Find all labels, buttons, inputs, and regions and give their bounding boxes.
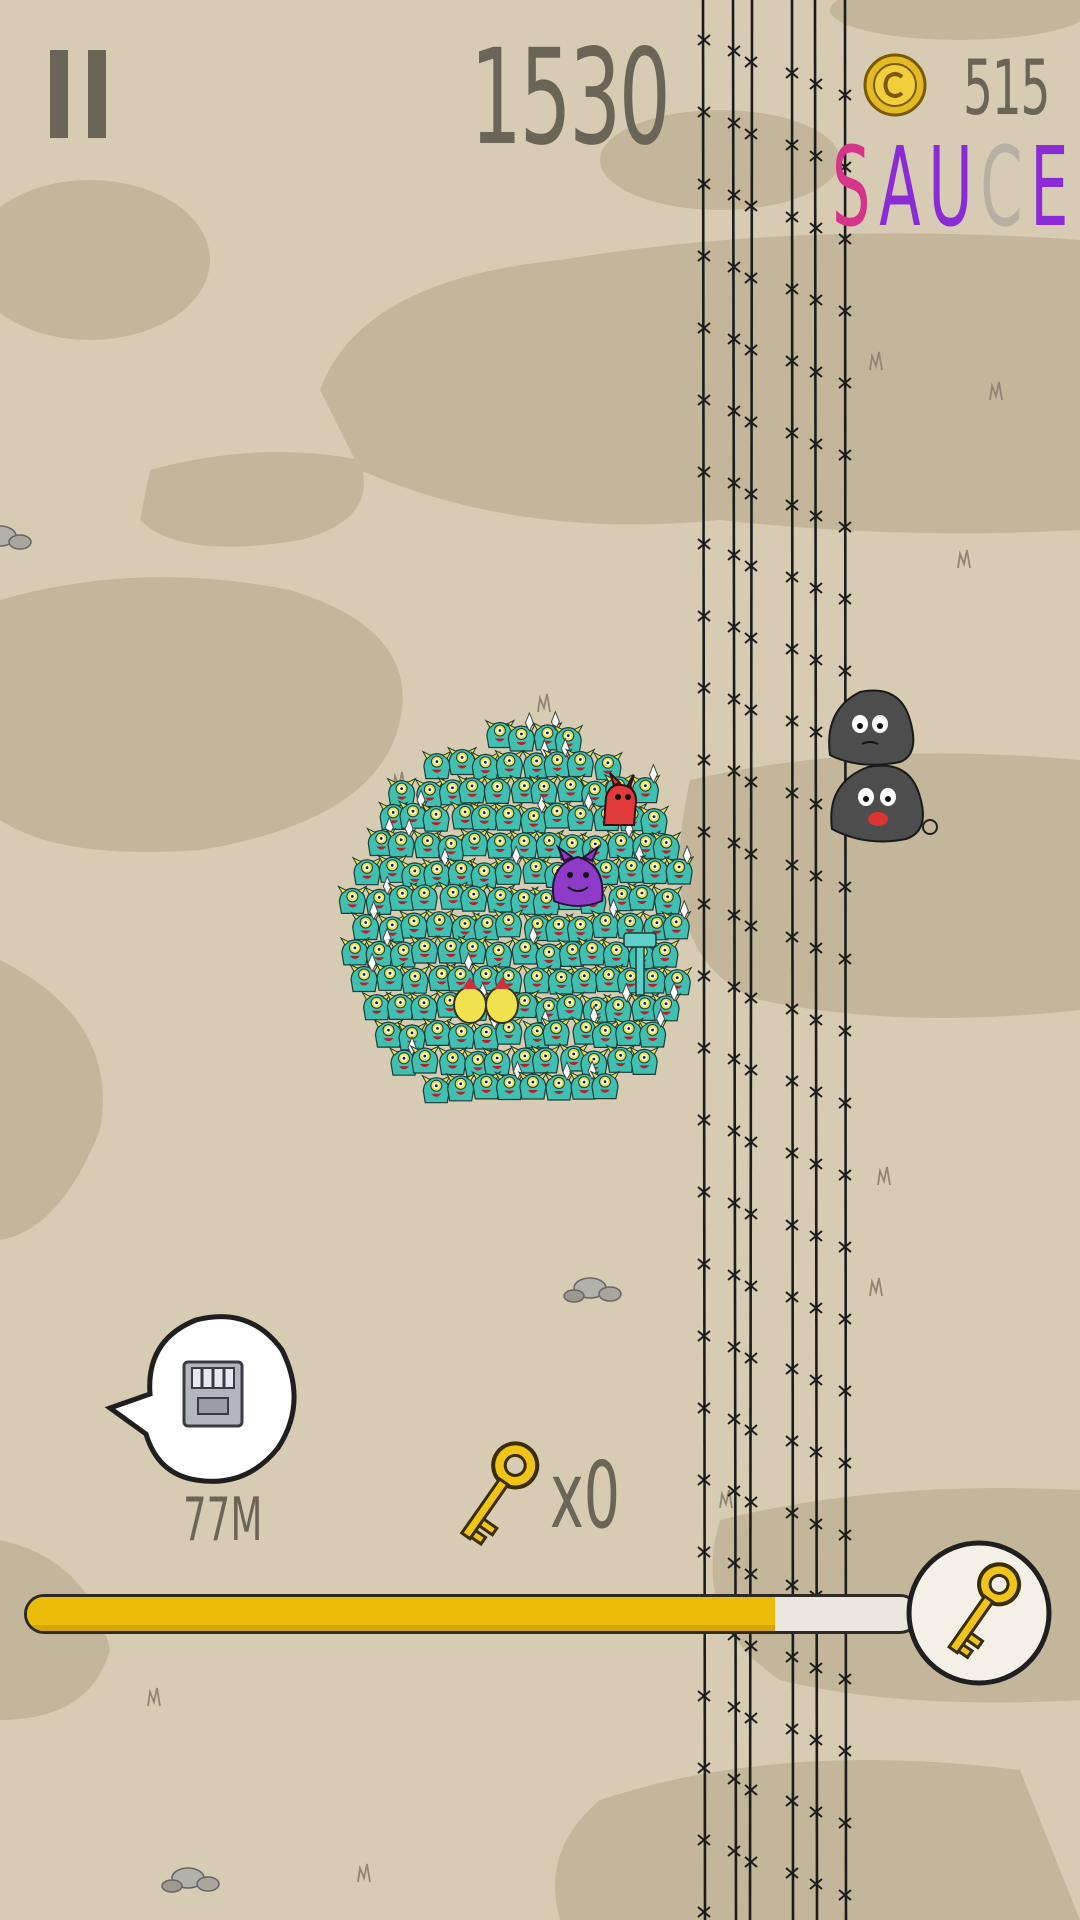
letter-2: U: [928, 123, 981, 251]
golden-key-icon: [459, 1441, 540, 1547]
coin-counter: 515: [963, 43, 1050, 132]
door-icon: [182, 1360, 244, 1428]
key-progress-bar: [24, 1590, 924, 1640]
next-item-bubble: [104, 1314, 297, 1484]
letter-0: S: [832, 123, 880, 251]
score-counter: 1530: [470, 21, 671, 175]
letter-1: A: [879, 123, 929, 251]
gray-blob-enemy: [828, 689, 915, 766]
pause-button[interactable]: [50, 50, 108, 138]
key-count: x0: [550, 1442, 621, 1549]
coin-icon: [863, 53, 927, 117]
progress-fill: [27, 1597, 775, 1631]
monster-horde: [337, 711, 694, 1104]
letter-3: C: [980, 123, 1031, 251]
progress-goal-key-icon: [906, 1540, 1052, 1686]
distance-label: 77M: [183, 1485, 263, 1555]
progress-track: [24, 1594, 920, 1634]
collected-letters: SAUCE: [832, 132, 1076, 242]
letter-4: E: [1030, 123, 1077, 251]
